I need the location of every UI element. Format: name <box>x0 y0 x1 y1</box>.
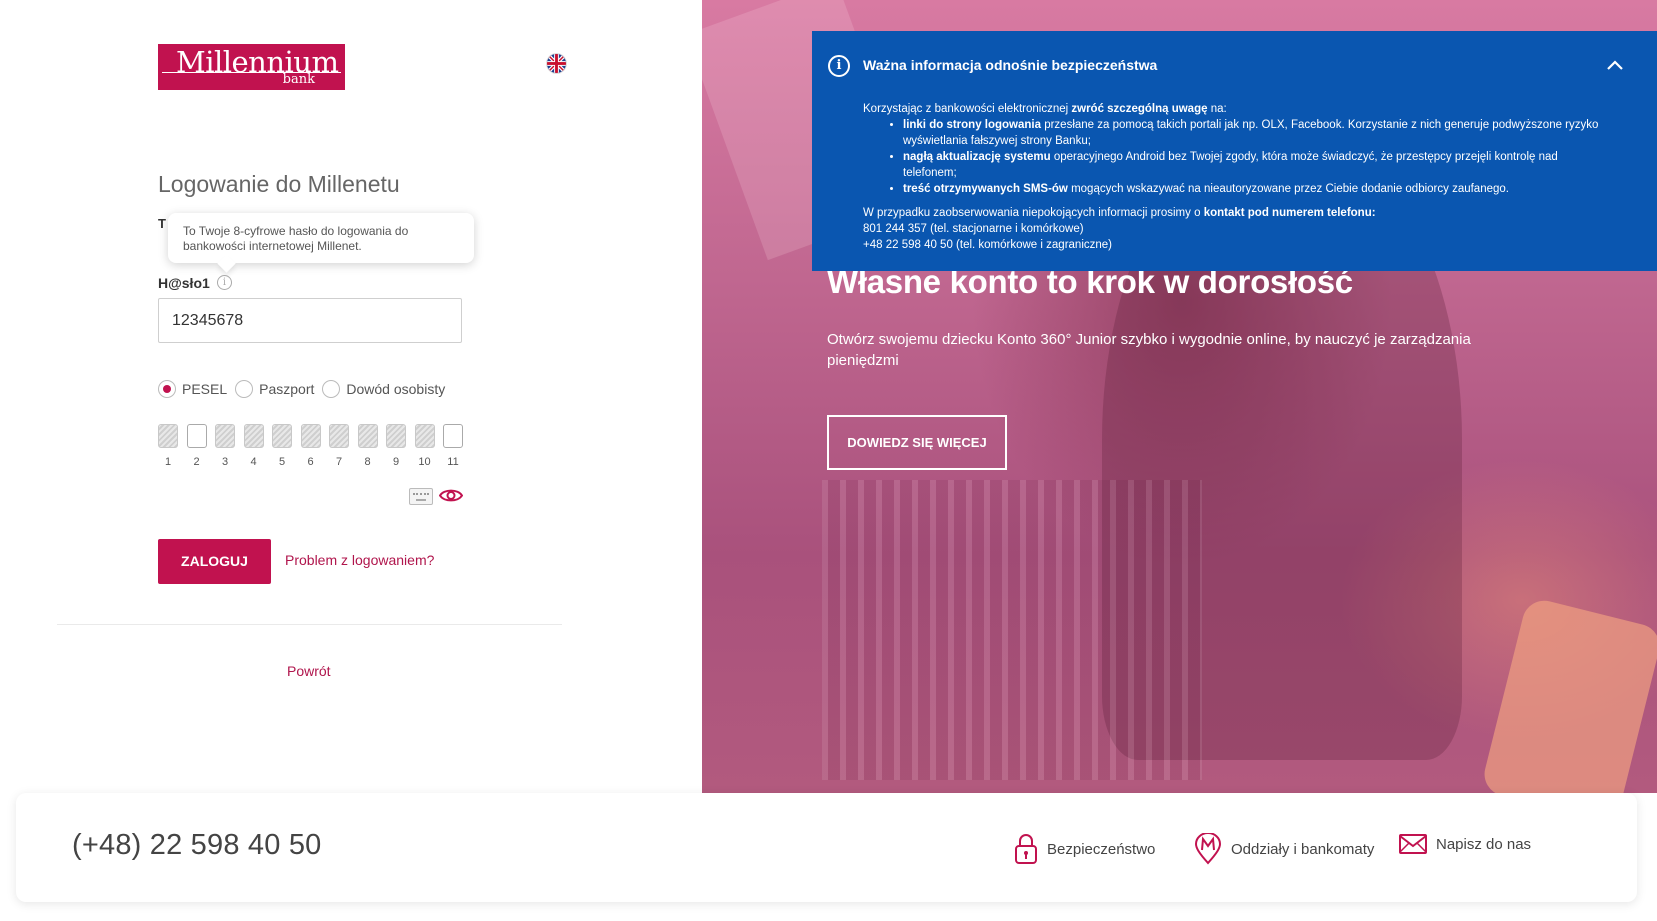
digit-number: 4 <box>250 456 257 468</box>
notice-list: linki do strony logowania przesłane za p… <box>903 117 1603 197</box>
radio-pesel[interactable]: PESEL <box>158 380 227 398</box>
page-title: Logowanie do Millenetu <box>158 171 400 197</box>
login-button[interactable]: ZALOGUJ <box>158 539 271 584</box>
login-panel: Millennium bank Logowanie do Millenetu T… <box>0 0 702 793</box>
footer-link-label: Napisz do nas <box>1436 835 1532 853</box>
radio-paszport[interactable]: Paszport <box>235 380 314 398</box>
millennium-logo[interactable]: Millennium bank <box>158 44 345 90</box>
notice-item-bold: nagłą aktualizację systemu <box>903 151 1051 163</box>
radio-button-checked[interactable] <box>158 380 176 398</box>
digit-cell-disabled <box>272 424 292 448</box>
notice-item-text: mogących wskazywać na nieautoryzowane pr… <box>1067 183 1509 195</box>
login-problem-link[interactable]: Problem z logowaniem? <box>285 552 434 568</box>
eye-icon[interactable] <box>438 487 464 504</box>
notice-intro: Korzystając z bankowości elektronicznej … <box>863 101 1603 117</box>
digit-number: 7 <box>335 456 343 468</box>
hero-description: Otwórz swojemu dziecku Konto 360° Junior… <box>827 331 1471 369</box>
learn-more-button[interactable]: DOWIEDZ SIĘ WIĘCEJ <box>827 415 1007 470</box>
digit-cell-disabled <box>158 424 178 448</box>
radio-button[interactable] <box>235 380 254 398</box>
notice-list-item: nagłą aktualizację systemu operacyjnego … <box>903 149 1603 181</box>
uk-flag-icon[interactable] <box>547 54 566 73</box>
digit-number: 1 <box>164 456 172 468</box>
digit-number: 8 <box>364 456 371 468</box>
notice-text: W przypadku zaobserwowania niepokojących… <box>863 207 1204 219</box>
digit-cell-disabled <box>300 424 321 448</box>
digit-number: 2 <box>193 456 200 468</box>
hero-phone-image <box>1479 596 1657 793</box>
digit-cell-disabled <box>215 424 235 448</box>
notice-text: na: <box>1207 103 1227 115</box>
notice-list-item: linki do strony logowania przesłane za p… <box>903 117 1603 149</box>
info-icon: i <box>828 55 850 77</box>
digit-number: 11 <box>447 456 459 468</box>
password-input[interactable] <box>158 298 462 343</box>
keyboard-icon[interactable] <box>409 488 433 505</box>
back-link[interactable]: Powrót <box>287 663 331 679</box>
radio-label: PESEL <box>182 381 228 397</box>
digit-cell-disabled <box>329 424 349 448</box>
radio-dowod-osobisty[interactable]: Dowód osobisty <box>322 380 445 398</box>
notice-item-bold: linki do strony logowania <box>903 119 1042 131</box>
chevron-up-icon[interactable] <box>1605 57 1625 73</box>
notice-outro: W przypadku zaobserwowania niepokojących… <box>863 205 1603 221</box>
footer-link-security[interactable]: Bezpieczeństwo <box>1013 833 1155 865</box>
digit-cell-disabled <box>414 424 435 448</box>
notice-phone-1: 801 244 357 (tel. stacjonarne i komórkow… <box>863 223 1084 235</box>
password-label: H@sło1 <box>158 275 210 291</box>
radio-label: Paszport <box>259 381 315 397</box>
footer-link-label: Oddziały i bankomaty <box>1231 840 1375 858</box>
id-type-radio-group: PESEL Paszport Dowód osobisty <box>158 379 453 399</box>
hero-background-pattern <box>822 480 1202 780</box>
footer-phone[interactable]: (+48) 22 598 40 50 <box>72 829 322 862</box>
digit-number: 5 <box>278 456 286 468</box>
radio-label: Dowód osobisty <box>346 381 446 397</box>
divider <box>57 624 562 625</box>
password-tooltip: To Twoje 8-cyfrowe hasło do logowania do… <box>168 213 474 263</box>
digit-number: 3 <box>221 456 229 468</box>
digit-number: 9 <box>392 456 400 468</box>
footer-link-branches[interactable]: Oddziały i bankomaty <box>1193 833 1374 865</box>
notice-text-bold: kontakt pod numerem telefonu: <box>1203 207 1376 219</box>
radio-button[interactable] <box>322 380 341 398</box>
footer: (+48) 22 598 40 50 Bezpieczeństwo Oddzia… <box>16 793 1637 902</box>
id-digit-cells: 1 2 3 4 5 6 7 8 9 10 11 <box>158 424 468 468</box>
digit-cell-input[interactable] <box>186 424 207 448</box>
footer-link-label: Bezpieczeństwo <box>1047 840 1156 858</box>
envelope-icon <box>1399 834 1427 854</box>
logo-subtext: bank <box>282 72 315 87</box>
digit-cell-input[interactable] <box>443 424 463 448</box>
digit-cell-disabled <box>386 424 406 448</box>
digit-number: 6 <box>307 456 314 468</box>
digit-cell-disabled <box>357 424 378 448</box>
login-label-partial: T <box>158 216 166 231</box>
notice-phone-2: +48 22 598 40 50 (tel. komórkowe i zagra… <box>863 239 1112 251</box>
lock-icon <box>1015 834 1037 864</box>
footer-link-contact[interactable]: Napisz do nas <box>1398 833 1531 855</box>
notice-body: Korzystając z bankowości elektronicznej … <box>863 101 1603 253</box>
notice-text-bold: zwróć szczególną uwagę <box>1071 103 1208 115</box>
notice-item-bold: treść otrzymywanych SMS-ów <box>903 183 1068 195</box>
info-icon[interactable]: i <box>217 275 232 290</box>
notice-text: Korzystając z bankowości elektronicznej <box>863 103 1072 115</box>
notice-title: Ważna informacja odnośnie bezpieczeństwa <box>863 57 1158 73</box>
map-pin-icon <box>1194 833 1222 865</box>
digit-cell-disabled <box>243 424 264 448</box>
security-notice: i Ważna informacja odnośnie bezpieczeńst… <box>812 31 1657 271</box>
notice-list-item: treść otrzymywanych SMS-ów mogących wska… <box>903 181 1603 197</box>
digit-number: 10 <box>418 456 431 468</box>
